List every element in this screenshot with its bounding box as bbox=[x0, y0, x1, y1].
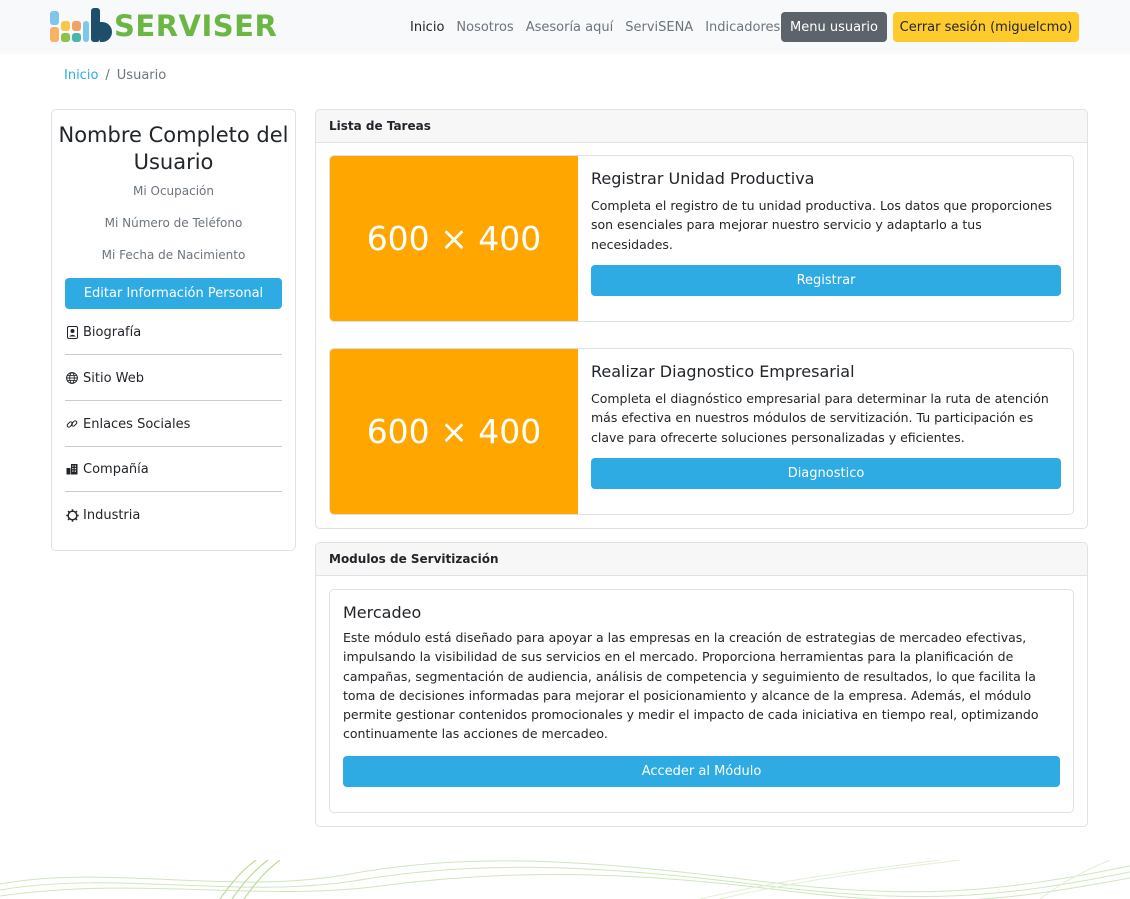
task-card-registrar: 600 × 400 Registrar Unidad Productiva Co… bbox=[329, 155, 1074, 322]
task-title: Realizar Diagnostico Empresarial bbox=[591, 362, 855, 381]
profile-item-label: Enlaces Sociales bbox=[83, 416, 191, 432]
profile-phone: Mi Número de Teléfono bbox=[104, 216, 243, 230]
nav-link-nosotros[interactable]: Nosotros bbox=[456, 20, 513, 35]
decorative-waves bbox=[0, 860, 1130, 899]
module-title: Mercadeo bbox=[343, 603, 422, 622]
profile-item-industria[interactable]: Industria bbox=[65, 492, 282, 538]
access-module-button[interactable]: Acceder al Módulo bbox=[343, 756, 1060, 787]
task-description: Completa el registro de tu unidad produc… bbox=[591, 198, 1052, 252]
profile-birthdate: Mi Fecha de Nacimiento bbox=[101, 248, 246, 262]
person-badge-icon bbox=[65, 325, 79, 339]
breadcrumb-current: Usuario bbox=[116, 68, 167, 83]
task-image-placeholder: 600 × 400 bbox=[330, 156, 578, 321]
edit-profile-button[interactable]: Editar Información Personal bbox=[65, 278, 282, 309]
tasks-panel: Lista de Tareas 600 × 400 Registrar Unid… bbox=[315, 109, 1088, 529]
task-image-placeholder: 600 × 400 bbox=[330, 349, 578, 514]
tasks-panel-header: Lista de Tareas bbox=[316, 110, 1087, 143]
building-icon bbox=[65, 462, 79, 476]
profile-item-label: Compañía bbox=[83, 461, 149, 477]
profile-item-sitio-web[interactable]: Sitio Web bbox=[65, 355, 282, 401]
logout-button[interactable]: Cerrar sesión (miguelcmo) bbox=[893, 12, 1079, 42]
nav-link-inicio[interactable]: Inicio bbox=[410, 20, 444, 35]
task-title: Registrar Unidad Productiva bbox=[591, 169, 815, 188]
profile-name: Nombre Completo del Usuario bbox=[58, 123, 289, 174]
user-menu-button[interactable]: Menu usuario bbox=[781, 12, 887, 42]
breadcrumb: Inicio / Usuario bbox=[64, 68, 166, 83]
navbar: SERVISER Inicio Nosotros Asesoría aquí S… bbox=[0, 0, 1130, 54]
task-description: Completa el diagnóstico empresarial para… bbox=[591, 391, 1049, 445]
profile-item-label: Sitio Web bbox=[83, 370, 145, 386]
profile-item-compania[interactable]: Compañía bbox=[65, 446, 282, 492]
nav-link-asesoria[interactable]: Asesoría aquí bbox=[526, 20, 614, 35]
profile-item-biografia[interactable]: Biografía bbox=[65, 309, 282, 355]
brand-logo[interactable]: SERVISER bbox=[50, 8, 277, 44]
module-description: Este módulo está diseñado para apoyar a … bbox=[343, 630, 1039, 742]
profile-item-label: Biografía bbox=[83, 324, 142, 340]
nav-link-servisena[interactable]: ServiSENA bbox=[625, 20, 693, 35]
profile-occupation: Mi Ocupación bbox=[133, 184, 214, 198]
logo-mark-icon bbox=[50, 8, 112, 44]
modules-panel-header: Modulos de Servitización bbox=[316, 543, 1087, 576]
diagnostic-button[interactable]: Diagnostico bbox=[591, 458, 1061, 489]
logo-text: SERVISER bbox=[114, 9, 278, 43]
globe-icon bbox=[65, 371, 79, 385]
profile-item-enlaces-sociales[interactable]: Enlaces Sociales bbox=[65, 401, 282, 447]
modules-panel: Modulos de Servitización Mercadeo Este m… bbox=[315, 542, 1088, 827]
gear-icon bbox=[65, 508, 79, 522]
task-card-diagnostico: 600 × 400 Realizar Diagnostico Empresari… bbox=[329, 348, 1074, 515]
module-card-mercadeo: Mercadeo Este módulo está diseñado para … bbox=[329, 589, 1074, 813]
nav-link-indicadores[interactable]: Indicadores bbox=[705, 20, 780, 35]
link-icon bbox=[65, 417, 79, 431]
register-button[interactable]: Registrar bbox=[591, 265, 1061, 296]
breadcrumb-home-link[interactable]: Inicio bbox=[64, 68, 98, 83]
profile-card: Nombre Completo del Usuario Mi Ocupación… bbox=[51, 109, 296, 551]
main-nav: Inicio Nosotros Asesoría aquí ServiSENA … bbox=[404, 0, 786, 54]
breadcrumb-separator: / bbox=[105, 68, 110, 83]
profile-item-label: Industria bbox=[83, 507, 141, 523]
